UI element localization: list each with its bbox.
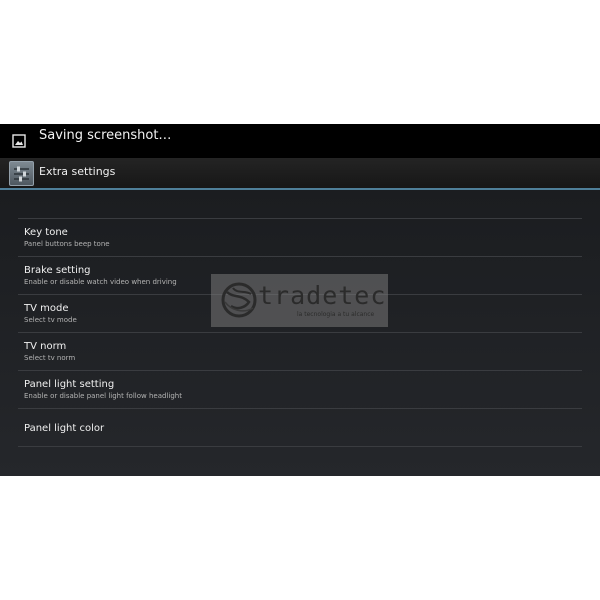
watermark-brand: tradetec bbox=[258, 281, 387, 310]
setting-tv-norm[interactable]: TV norm Select tv norm bbox=[18, 333, 582, 371]
setting-summary: Select tv norm bbox=[24, 354, 76, 362]
setting-panel-light-color[interactable]: Panel light color bbox=[18, 409, 582, 447]
watermark: tradetec la tecnologia a tu alcance bbox=[211, 274, 388, 327]
setting-title: Brake setting bbox=[24, 265, 91, 276]
setting-key-tone[interactable]: Key tone Panel buttons beep tone bbox=[18, 219, 582, 257]
settings-list: Key tone Panel buttons beep tone Brake s… bbox=[18, 218, 582, 447]
setting-summary: Enable or disable watch video when drivi… bbox=[24, 278, 177, 286]
setting-title: Key tone bbox=[24, 227, 68, 238]
setting-title: TV mode bbox=[24, 303, 69, 314]
settings-content: Key tone Panel buttons beep tone Brake s… bbox=[0, 190, 600, 476]
notification-text: Saving screenshot… bbox=[39, 128, 172, 143]
setting-summary: Panel buttons beep tone bbox=[24, 240, 110, 248]
image-icon bbox=[12, 134, 26, 148]
globe-logo-icon bbox=[221, 282, 257, 318]
settings-sliders-icon[interactable] bbox=[9, 161, 34, 186]
setting-summary: Select tv mode bbox=[24, 316, 77, 324]
setting-summary: Enable or disable panel light follow hea… bbox=[24, 392, 182, 400]
notification-bar: Saving screenshot… bbox=[0, 124, 600, 158]
setting-title: TV norm bbox=[24, 341, 67, 352]
setting-title: Panel light setting bbox=[24, 379, 115, 390]
setting-panel-light[interactable]: Panel light setting Enable or disable pa… bbox=[18, 371, 582, 409]
setting-title: Panel light color bbox=[24, 423, 105, 434]
watermark-tagline: la tecnologia a tu alcance bbox=[297, 311, 375, 318]
page-title: Extra settings bbox=[39, 165, 116, 178]
action-bar: Extra settings bbox=[0, 158, 600, 190]
